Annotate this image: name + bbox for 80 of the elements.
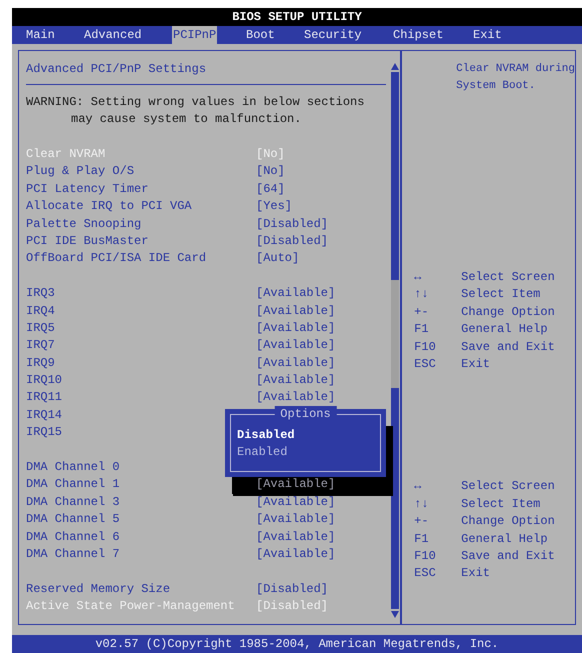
key-name: ESC xyxy=(414,356,437,374)
setting-value: [Disabled] xyxy=(256,580,328,598)
setting-label[interactable]: IRQ9 xyxy=(26,354,256,372)
scroll-thumb[interactable] xyxy=(390,280,399,388)
key-name: ↑↓ xyxy=(414,496,430,513)
key-action: Select Screen xyxy=(461,478,555,496)
setting-value: [Available] xyxy=(256,546,336,563)
setting-value: [Disabled] xyxy=(256,232,328,250)
panel-heading: Advanced PCI/PnP Settings xyxy=(26,61,208,78)
setting-label[interactable]: IRQ4 xyxy=(26,302,256,320)
setting-label[interactable]: IRQ11 xyxy=(26,389,256,407)
key-name: F10 xyxy=(414,338,437,356)
menu-tab[interactable]: Advanced xyxy=(83,26,143,44)
key-name: F10 xyxy=(414,548,437,566)
setting-label[interactable]: Reserved Memory Size xyxy=(26,580,256,598)
setting-label[interactable]: Plug & Play O/S xyxy=(26,163,256,181)
key-name: ↑↓ xyxy=(414,286,430,304)
key-action: Select Item xyxy=(461,286,540,304)
setting-value: [Auto] xyxy=(256,250,300,268)
setting-label[interactable]: DMA Channel 3 xyxy=(26,494,256,512)
setting-label[interactable]: PCI Latency Timer xyxy=(26,180,256,198)
menu-tab[interactable]: Main xyxy=(25,26,56,44)
setting-label[interactable]: Palette Snooping xyxy=(26,216,256,233)
setting-value: [Available] xyxy=(256,354,336,372)
key-action: Select Screen xyxy=(461,269,555,286)
key-action: Change Option xyxy=(461,304,555,321)
setting-label[interactable]: IRQ5 xyxy=(26,320,256,338)
status-bar: v02.57 (C)Copyright 1985-2004, American Megatrends, Inc. xyxy=(12,635,582,653)
setting-value: [Disabled] xyxy=(256,216,328,233)
setting-value: [64] xyxy=(256,180,285,198)
key-name: +- xyxy=(414,513,430,530)
popup-option[interactable]: Enabled xyxy=(237,444,380,461)
scroll-down-icon[interactable] xyxy=(390,611,399,618)
menu-tab[interactable]: PCIPnP xyxy=(172,26,218,44)
setting-label[interactable]: DMA Channel 7 xyxy=(26,546,256,564)
key-name: F1 xyxy=(414,321,430,338)
setting-value: [Available] xyxy=(256,389,336,406)
setting-value: [Disabled] xyxy=(256,598,328,616)
key-name: F1 xyxy=(414,530,430,548)
key-action: Exit xyxy=(461,356,490,374)
setting-label[interactable]: IRQ7 xyxy=(26,337,256,355)
setting-label[interactable]: DMA Channel 5 xyxy=(26,511,256,529)
setting-value: [Available] xyxy=(256,302,336,320)
help-text: Clear NVRAM during System Boot. xyxy=(456,62,575,94)
setting-label[interactable]: Allocate IRQ to PCI VGA xyxy=(26,198,256,216)
key-name: ESC xyxy=(414,565,437,582)
setting-value: [Available] xyxy=(256,528,336,546)
key-action: General Help xyxy=(461,530,548,548)
setting-label[interactable]: IRQ3 xyxy=(26,285,256,303)
key-name: +- xyxy=(414,304,430,321)
key-action: General Help xyxy=(461,321,548,338)
setting-value: [Available] xyxy=(256,285,336,302)
setting-value: [Available] xyxy=(256,511,336,528)
setting-label[interactable]: IRQ10 xyxy=(26,372,256,390)
setting-label[interactable]: OffBoard PCI/ISA IDE Card xyxy=(26,250,256,268)
key-action: Select Item xyxy=(461,496,540,513)
warning-text: WARNING: Setting wrong values in below sections may cause system to malfunction. xyxy=(26,94,366,128)
menu-tab[interactable]: Chipset xyxy=(392,26,444,44)
key-action: Save and Exit xyxy=(461,548,555,566)
key-action: Exit xyxy=(461,565,490,582)
key-action: Change Option xyxy=(461,513,555,530)
scrollbar[interactable] xyxy=(390,63,400,618)
scroll-up-icon[interactable] xyxy=(390,63,399,70)
setting-value: [Available] xyxy=(256,320,336,337)
setting-label[interactable]: PCI IDE BusMaster xyxy=(26,232,256,250)
setting-value: [Available] xyxy=(256,372,336,390)
key-action: Save and Exit xyxy=(461,338,555,356)
menu-tab[interactable]: Security xyxy=(303,26,363,44)
popup-option[interactable]: Disabled xyxy=(237,427,380,444)
setting-value: [No] xyxy=(256,163,285,180)
menu-tab[interactable]: Boot xyxy=(245,26,276,44)
menu-tab[interactable]: Exit xyxy=(472,26,503,44)
setting-value: [Available] xyxy=(256,494,336,511)
setting-value: [Available] xyxy=(256,337,336,354)
key-name: ↔ xyxy=(414,269,422,286)
key-name: ↔ xyxy=(414,478,422,496)
title-bar: BIOS SETUP UTILITY xyxy=(12,8,582,26)
setting-value: [Yes] xyxy=(256,198,292,216)
setting-value: [No] xyxy=(256,146,285,163)
setting-label[interactable]: DMA Channel 6 xyxy=(26,528,256,546)
